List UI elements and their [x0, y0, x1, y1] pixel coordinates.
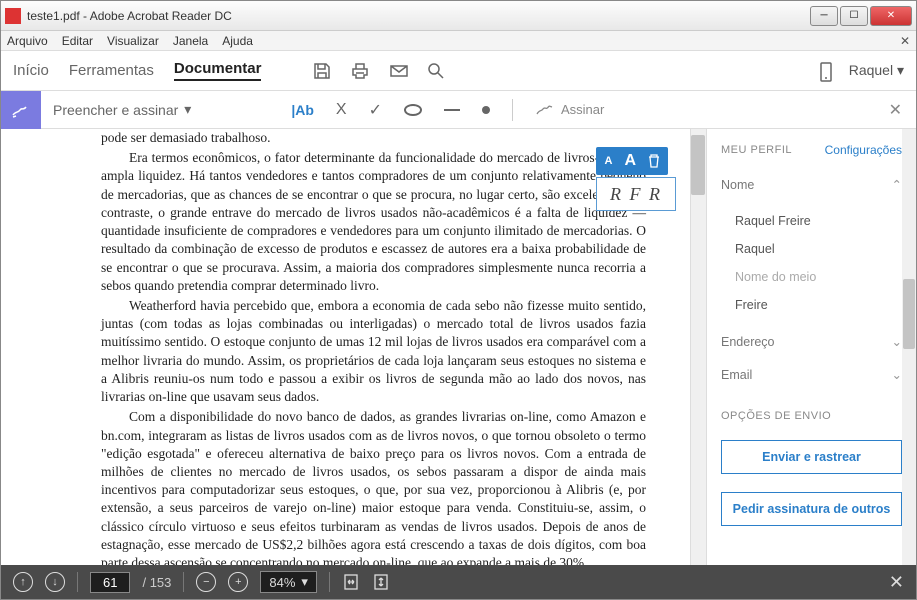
- save-icon[interactable]: [313, 62, 331, 80]
- fill-toolbar-close-icon[interactable]: ✕: [889, 100, 902, 120]
- chevron-down-icon: ▾: [184, 101, 191, 118]
- page-total: / 153: [142, 575, 171, 590]
- request-signature-button[interactable]: Pedir assinatura de outros: [721, 492, 902, 526]
- zoom-level-dropdown[interactable]: 84%▾: [260, 571, 317, 593]
- text-tool[interactable]: |Ab: [291, 102, 314, 118]
- menu-editar[interactable]: Editar: [62, 34, 93, 48]
- name-middle[interactable]: Nome do meio: [735, 270, 902, 284]
- check-tool[interactable]: ✓: [369, 100, 382, 120]
- menu-arquivo[interactable]: Arquivo: [7, 34, 48, 48]
- profile-header: MEU PERFIL: [721, 144, 792, 156]
- name-last[interactable]: Freire: [735, 298, 902, 312]
- chevron-down-icon: ⌄: [892, 334, 902, 349]
- statusbar: ↑ ↓ 61 / 153 − + 84%▾ ✕: [1, 565, 916, 599]
- line-tool[interactable]: [444, 109, 460, 111]
- fill-sign-toolbar: Preencher e assinar▾ |Ab X ✓ Assinar ✕: [1, 91, 916, 129]
- trash-icon[interactable]: [648, 154, 660, 168]
- fill-sign-dropdown[interactable]: Preencher e assinar▾: [53, 101, 191, 118]
- tab-documentar[interactable]: Documentar: [174, 60, 262, 81]
- menu-ajuda[interactable]: Ajuda: [222, 34, 253, 48]
- panel-scrollbar[interactable]: [902, 129, 916, 565]
- email-section-toggle[interactable]: Email ⌄: [721, 363, 902, 386]
- config-link[interactable]: Configurações: [825, 143, 902, 157]
- zoom-out-button[interactable]: −: [196, 572, 216, 592]
- menubar-close-icon[interactable]: ✕: [900, 34, 910, 48]
- paragraph: Weatherford havia percebido que, embora …: [101, 297, 646, 406]
- fill-sign-icon[interactable]: [1, 91, 41, 129]
- document-view[interactable]: pode ser demasiado trabalhoso. Era termo…: [1, 129, 706, 565]
- name-first[interactable]: Raquel: [735, 242, 902, 256]
- send-track-button[interactable]: Enviar e rastrear: [721, 440, 902, 474]
- print-icon[interactable]: [351, 62, 369, 80]
- close-button[interactable]: ✕: [870, 6, 912, 26]
- fit-page-icon[interactable]: [372, 573, 390, 591]
- tab-inicio[interactable]: Início: [13, 62, 49, 79]
- chevron-down-icon: ⌄: [892, 367, 902, 382]
- text-smaller-icon[interactable]: A: [604, 155, 612, 167]
- address-section-toggle[interactable]: Endereço ⌄: [721, 330, 902, 353]
- menu-visualizar[interactable]: Visualizar: [107, 34, 159, 48]
- zoom-in-button[interactable]: +: [228, 572, 248, 592]
- window-title: teste1.pdf - Adobe Acrobat Reader DC: [27, 9, 808, 23]
- search-icon[interactable]: [427, 62, 445, 80]
- fit-width-icon[interactable]: [342, 573, 360, 591]
- menu-janela[interactable]: Janela: [173, 34, 208, 48]
- paragraph: Com a disponibilidade do novo banco de d…: [101, 408, 646, 565]
- username-label[interactable]: Raquel ▾: [849, 62, 904, 79]
- main-toolbar: Início Ferramentas Documentar Raquel ▾: [1, 51, 916, 91]
- x-mark-tool[interactable]: X: [336, 101, 347, 119]
- menubar: Arquivo Editar Visualizar Janela Ajuda ✕: [1, 31, 916, 51]
- name-section-toggle[interactable]: Nome ⌃: [721, 173, 902, 196]
- tab-ferramentas[interactable]: Ferramentas: [69, 62, 154, 79]
- page-down-button[interactable]: ↓: [45, 572, 65, 592]
- statusbar-close-icon[interactable]: ✕: [889, 572, 904, 593]
- mobile-icon[interactable]: [819, 62, 837, 80]
- chevron-down-icon: ▾: [897, 62, 904, 78]
- divider: [512, 99, 513, 121]
- fill-tools: |Ab X ✓ Assinar: [291, 99, 604, 121]
- minimize-button[interactable]: ─: [810, 6, 838, 26]
- dot-tool[interactable]: [482, 106, 490, 114]
- page-number-input[interactable]: 61: [90, 572, 130, 593]
- text-larger-icon[interactable]: A: [624, 152, 636, 170]
- scrollbar-thumb[interactable]: [903, 279, 915, 349]
- sign-button[interactable]: Assinar: [535, 102, 604, 118]
- send-options-header: OPÇÕES DE ENVIO: [721, 410, 902, 422]
- signature-box[interactable]: R F R: [596, 177, 676, 211]
- page-up-button[interactable]: ↑: [13, 572, 33, 592]
- paragraph: Era termos econômicos, o fator determina…: [101, 149, 646, 295]
- mail-icon[interactable]: [389, 62, 407, 80]
- chevron-up-icon: ⌃: [892, 177, 902, 192]
- paragraph: pode ser demasiado trabalhoso.: [101, 129, 646, 147]
- scrollbar-thumb[interactable]: [691, 135, 705, 195]
- signature-edit-toolbar: A A: [596, 147, 668, 175]
- profile-panel: MEU PERFIL Configurações Nome ⌃ Raquel F…: [706, 129, 916, 565]
- name-full[interactable]: Raquel Freire: [735, 214, 902, 228]
- document-scrollbar[interactable]: [690, 129, 706, 565]
- circle-tool[interactable]: [404, 104, 422, 116]
- maximize-button[interactable]: ☐: [840, 6, 868, 26]
- titlebar: teste1.pdf - Adobe Acrobat Reader DC ─ ☐…: [1, 1, 916, 31]
- chevron-down-icon: ▾: [301, 574, 308, 590]
- window-controls: ─ ☐ ✕: [808, 6, 912, 26]
- app-icon: [5, 8, 21, 24]
